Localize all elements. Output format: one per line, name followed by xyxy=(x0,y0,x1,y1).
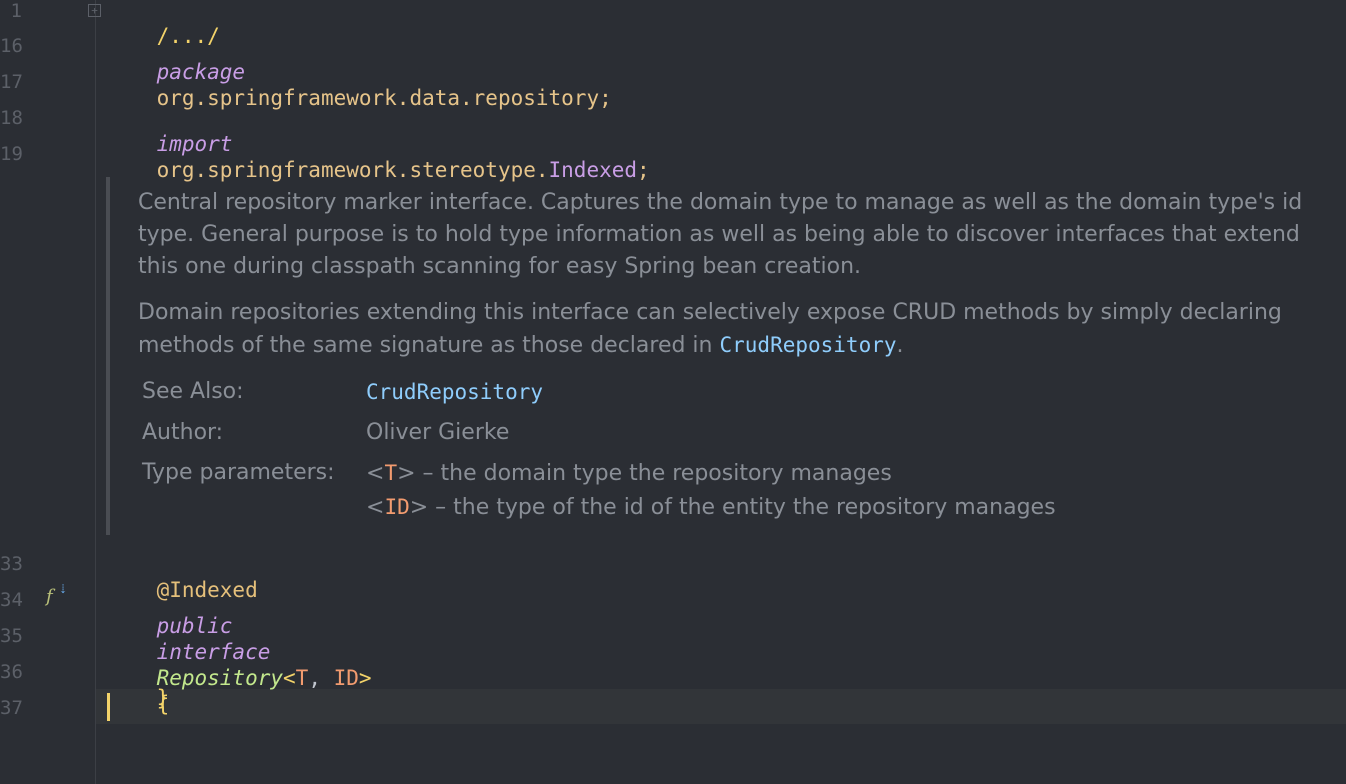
type-param-name: T xyxy=(384,461,398,485)
see-also-link[interactable]: CrudRepository xyxy=(366,380,543,404)
keyword-import: import xyxy=(156,132,233,156)
line-number[interactable]: 19 xyxy=(0,142,23,166)
angle-bracket: > xyxy=(397,461,416,486)
gutter-divider xyxy=(95,0,96,784)
doc-text: methods of the same signature as those d… xyxy=(138,333,720,358)
line-number[interactable]: 37 xyxy=(0,696,23,720)
doc-paragraph-1-line-3: this one during classpath scanning for e… xyxy=(138,254,862,279)
implemented-function-icon[interactable]: f ⇣ xyxy=(46,582,68,607)
line-number[interactable]: 16 xyxy=(0,34,23,58)
angle-bracket: < xyxy=(283,666,296,690)
fold-plus-icon[interactable]: + xyxy=(88,4,101,17)
author-value: Oliver Gierke xyxy=(366,420,510,445)
interface-name[interactable]: Repository xyxy=(157,666,283,690)
doc-text: . xyxy=(896,333,904,358)
type-param-description: – the type of the id of the entity the r… xyxy=(428,495,1056,520)
angle-bracket: < xyxy=(366,461,385,486)
keyword-public: public xyxy=(156,614,233,638)
comma: , xyxy=(308,666,334,690)
type-param-id: ID xyxy=(333,666,359,690)
type-param-t: <T> – the domain type the repository man… xyxy=(366,457,892,490)
keyword-interface: interface xyxy=(156,640,271,664)
keyword-package: package xyxy=(156,60,246,84)
doc-paragraph-2-line-2: methods of the same signature as those d… xyxy=(138,329,1346,362)
line-number[interactable]: 17 xyxy=(0,70,23,94)
line-number[interactable]: 35 xyxy=(0,624,23,648)
line-number[interactable]: 36 xyxy=(0,660,23,684)
line-number[interactable]: 18 xyxy=(0,106,23,130)
code-editor[interactable]: 1 16 17 18 19 33 34 35 36 37 + /.../ pac… xyxy=(0,0,1346,784)
see-also-value: CrudRepository xyxy=(366,376,543,409)
line-number[interactable]: 34 xyxy=(0,588,23,612)
close-brace: } xyxy=(156,686,170,710)
rendered-javadoc: Central repository marker interface. Cap… xyxy=(106,177,1346,535)
author-label: Author: xyxy=(142,420,224,445)
doc-paragraph-2-line-1: Domain repositories extending this inter… xyxy=(138,300,1282,325)
angle-bracket: < xyxy=(366,495,385,520)
code-line-close[interactable]: } xyxy=(106,659,170,737)
angle-bracket: > xyxy=(409,495,429,520)
type-param-id: <ID> – the type of the id of the entity … xyxy=(366,491,1056,524)
type-param-t: T xyxy=(295,666,309,690)
crud-repository-link[interactable]: CrudRepository xyxy=(720,333,897,357)
type-parameters-label: Type parameters: xyxy=(142,460,335,485)
line-number[interactable]: 1 xyxy=(0,0,22,23)
type-param-description: – the domain type the repository manages xyxy=(415,461,892,486)
doc-paragraph-1-line-1: Central repository marker interface. Cap… xyxy=(138,190,1303,215)
see-also-label: See Also: xyxy=(142,379,244,404)
doc-paragraph-1-line-2: type. General purpose is to hold type in… xyxy=(138,222,1300,247)
type-param-name: ID xyxy=(384,495,410,519)
angle-bracket: > xyxy=(358,666,372,690)
line-number[interactable]: 33 xyxy=(0,552,23,576)
